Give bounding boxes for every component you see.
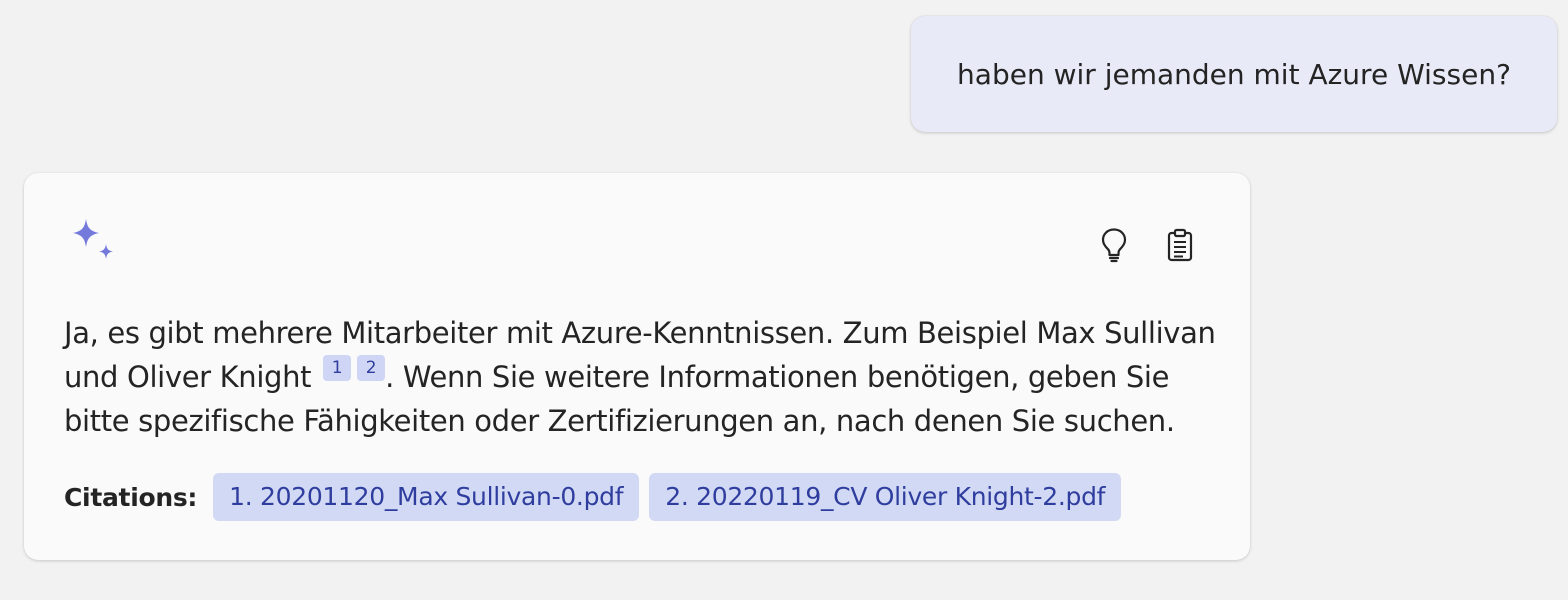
citation-ref-1[interactable]: 1	[323, 355, 352, 381]
citation-chip-2[interactable]: 2. 20220119_CV Oliver Knight-2.pdf	[649, 473, 1122, 521]
clipboard-icon[interactable]	[1162, 225, 1198, 265]
user-message-text: haben wir jemanden mit Azure Wissen?	[957, 57, 1511, 91]
lightbulb-icon[interactable]	[1096, 225, 1132, 265]
chat-page: haben wir jemanden mit Azure Wissen? Ja,…	[0, 0, 1568, 600]
citation-chip-1[interactable]: 1. 20201120_Max Sullivan-0.pdf	[213, 473, 640, 521]
citations-label: Citations:	[64, 482, 198, 512]
citation-ref-2[interactable]: 2	[357, 355, 386, 381]
answer-actions	[1096, 225, 1198, 265]
assistant-answer-card: Ja, es gibt mehrere Mitarbeiter mit Azur…	[24, 173, 1250, 560]
assistant-answer-text: Ja, es gibt mehrere Mitarbeiter mit Azur…	[64, 311, 1224, 443]
sparkle-icon	[66, 215, 122, 271]
citations-row: Citations: 1. 20201120_Max Sullivan-0.pd…	[64, 473, 1122, 521]
user-message-bubble: haben wir jemanden mit Azure Wissen?	[911, 16, 1557, 132]
